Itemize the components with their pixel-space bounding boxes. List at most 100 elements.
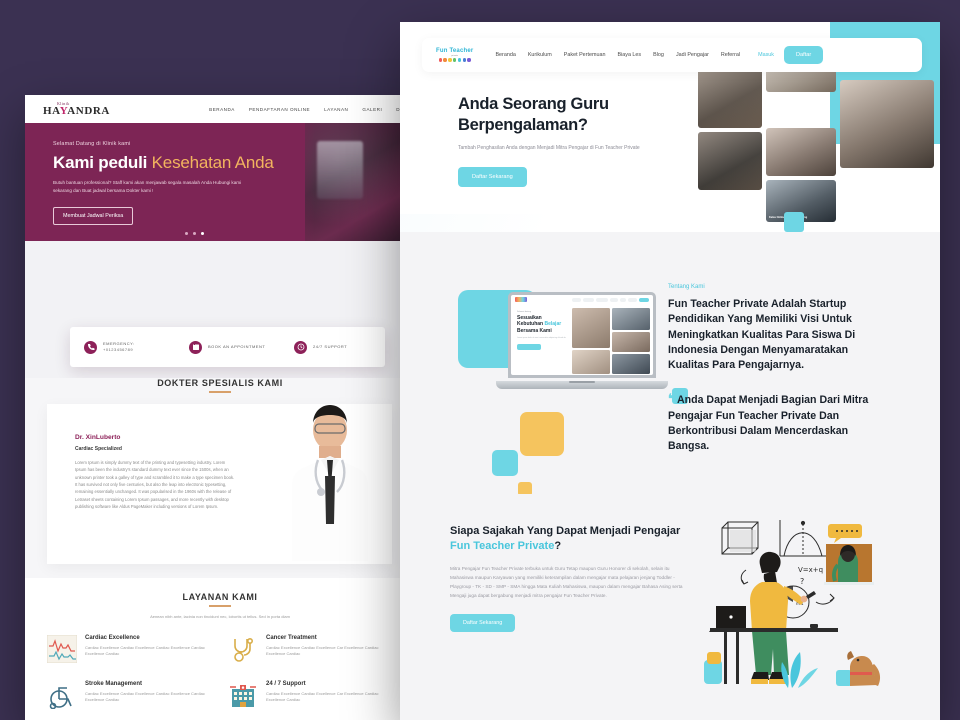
clinic-info-bar: EMERGENCY: +0123456789 BOOK AN APPOINTME… [70,327,385,367]
hero-title-line2: Berpengalaman? [458,115,588,134]
clinic-service-item[interactable]: Cancer Treatment Cardiac Excellence Card… [228,635,393,663]
clinic-services-section: LAYANAN KAMI Aenean nibh ante, lacinia n… [25,578,415,720]
preview-photo [612,308,650,330]
clinic-info-emergency[interactable]: EMERGENCY: +0123456789 [70,340,175,354]
funteacher-navbar: Fun Teacher private Beranda Kurikulum Pa… [422,38,922,72]
clinic-info-text: 24/7 SUPPORT [313,344,348,349]
clinic-service-item[interactable]: Stroke Management Cardiac Excellence Car… [47,681,212,709]
gallery-photo[interactable] [766,128,836,176]
nav-item-kurikulum[interactable]: Kurikulum [528,52,552,58]
clinic-doctor-specialty: Cardiac Specialized [75,446,122,452]
funteacher-nav-links: Beranda Kurikulum Paket Pertemuan Biaya … [495,52,774,58]
nav-item-paket-pertemuan[interactable]: Paket Pertemuan [564,52,606,58]
funteacher-logo[interactable]: Fun Teacher private [436,48,474,62]
laptop-mockup: Selamat datang Sesuaikan Kebutuhan Belaj… [496,292,668,389]
clinic-service-item[interactable]: Cardiac Excellence Cardiac Excellence Ca… [46,634,212,663]
preview-headline: Sesuaikan Kebutuhan Belajar Bersama Kami [517,315,562,334]
preview-logo [515,297,527,302]
clinic-service-desc: Cardiac Excellence Cardiac Excellence Ca… [266,644,379,657]
nav-item-biaya-les[interactable]: Biaya Les [617,52,641,58]
clinic-service-desc: Cardiac Excellence Cardiac Excellence Ca… [85,690,205,703]
who-section: Siapa Sajakah Yang Dapat Menjadi Pengaja… [400,494,940,720]
nav-item-referral[interactable]: Referral [721,52,740,58]
clinic-hero-button[interactable]: Membuat Jadwal Periksa [53,206,134,225]
clinic-nav-item[interactable]: BERANDA [209,107,235,112]
clinic-nav-item[interactable]: PENDAFTARAN ONLINE [249,107,310,112]
clinic-service-title: Stroke Management [85,680,143,687]
teal-small-accent [492,450,518,476]
clinic-logo-main: HAYANDRA [43,104,110,117]
register-button[interactable]: Daftar [783,46,824,64]
teal-square-accent [784,212,804,232]
who-paragraph: Mitra Pengajar Fun Teacher Private terbu… [450,565,683,599]
clinic-doctors-title: DOKTER SPESIALIS KAMI [25,378,415,393]
clinic-info-text: BOOK AN APPOINTMENT [208,344,266,349]
hospital-icon [228,681,258,709]
right-mockup-funteacher: Kelas Online Wisnd Cabe Lang Fun Teacher… [400,22,940,720]
gallery-photo[interactable] [840,80,934,168]
left-mockup-clinic: Klinik HAYANDRA BERANDA PENDAFTARAN ONLI… [25,95,415,720]
clinic-nav-links: BERANDA PENDAFTARAN ONLINE LAYANAN GALER… [209,107,415,112]
clinic-nav-item[interactable]: LAYANAN [324,107,348,112]
about-kicker: Tentang Kami [668,284,705,290]
preview-paragraph: Lorem ipsum dolor sit amet consectetur a… [517,336,567,339]
hero-title: Anda Seorang Guru Berpengalaman? [458,94,708,135]
wheelchair-icon [47,681,77,709]
hero-title-line1: Anda Seorang Guru [458,95,609,113]
funteacher-logo-tagline: private [451,55,458,58]
clinic-doctor-name: Dr. XinLuberto [75,434,121,441]
clinic-services-title: LAYANAN KAMI [25,578,415,607]
preview-photo [572,308,610,348]
ecg-icon [46,634,78,663]
clinic-info-support[interactable]: 24/7 SUPPORT [280,340,385,354]
clinic-hero-title: Kami peduli Kesehatan Anda [53,153,274,172]
clinic-service-title: 24 / 7 Support [266,680,306,687]
funteacher-hero: Kelas Online Wisnd Cabe Lang Fun Teacher… [400,22,940,232]
laptop-screen: Selamat datang Sesuaikan Kebutuhan Belaj… [508,292,656,378]
funteacher-logo-text: Fun Teacher [436,48,474,55]
who-cta-button[interactable]: Daftar Sekarang [450,614,516,633]
clinic-logo[interactable]: Klinik HAYANDRA [43,101,110,117]
preview-navbar [511,295,653,304]
calendar-icon [189,340,202,354]
preview-button[interactable] [517,343,541,350]
svg-text:?: ? [800,577,804,586]
stethoscope-icon [228,635,258,663]
clinic-hero-photo [305,123,415,241]
clinic-doctor-photo [275,396,385,561]
clinic-service-title: Cardiac Excellence [85,634,140,641]
clinic-service-desc: Cardiac Excellence Cardiac Excellence Ca… [266,690,379,703]
clinic-nav-item[interactable]: GALERI [362,107,382,112]
about-section: Selamat datang Sesuaikan Kebutuhan Belaj… [400,232,940,496]
svg-text:V=x+q: V=x+q [798,566,823,574]
quote-icon: ❝ [668,390,675,406]
about-quote: ❝ Anda Dapat Menjadi Bagian Dari Mitra Pe… [668,390,869,453]
clinic-services-grid: Cardiac Excellence Cardiac Excellence Ca… [25,619,415,709]
nav-item-jadi-pengajar[interactable]: Jadi Pengajar [676,52,709,58]
nav-item-blog[interactable]: Blog [653,52,664,58]
preview-photo [572,350,610,374]
clinic-service-item[interactable]: 24 / 7 Support Cardiac Excellence Cardia… [228,681,393,709]
preview-photo [612,332,650,352]
clinic-slider-dots[interactable] [185,232,204,235]
preview-kicker: Selamat datang [517,311,532,313]
preview-photo [612,354,650,374]
clock-icon [294,340,307,354]
clinic-doctors-section: DOKTER SPESIALIS KAMI Dr. XinLuberto Car… [25,378,415,578]
teaching-illustration: V=x+q ? m'1 [688,510,936,700]
clinic-info-appointment[interactable]: BOOK AN APPOINTMENT [175,340,280,354]
login-link[interactable]: Masuk [758,52,774,58]
clinic-info-text: EMERGENCY: +0123456789 [103,341,135,352]
hero-cta-button[interactable]: Daftar Sekarang [458,167,527,187]
who-heading: Siapa Sajakah Yang Dapat Menjadi Pengaja… [450,525,681,553]
clinic-navbar: Klinik HAYANDRA BERANDA PENDAFTARAN ONLI… [25,95,415,123]
hero-subtitle: Tambah Penghasilan Anda dengan Menjadi M… [458,145,640,152]
nav-item-beranda[interactable]: Beranda [495,52,515,58]
clinic-hero-welcome: Selamat Datang di Klinik kami [53,141,131,147]
clinic-hero: Selamat Datang di Klinik kami Kami pedul… [25,123,415,241]
logo-dots-icon [438,58,471,62]
canvas: Klinik HAYANDRA BERANDA PENDAFTARAN ONLI… [0,0,960,720]
clinic-hero-subtitle: Butuh bantuan professional? Staff kami a… [53,180,242,193]
clinic-doctor-bio: Lorem Ipsum is simply dummy text of the … [75,460,235,510]
yellow-rounded-accent [520,412,564,456]
